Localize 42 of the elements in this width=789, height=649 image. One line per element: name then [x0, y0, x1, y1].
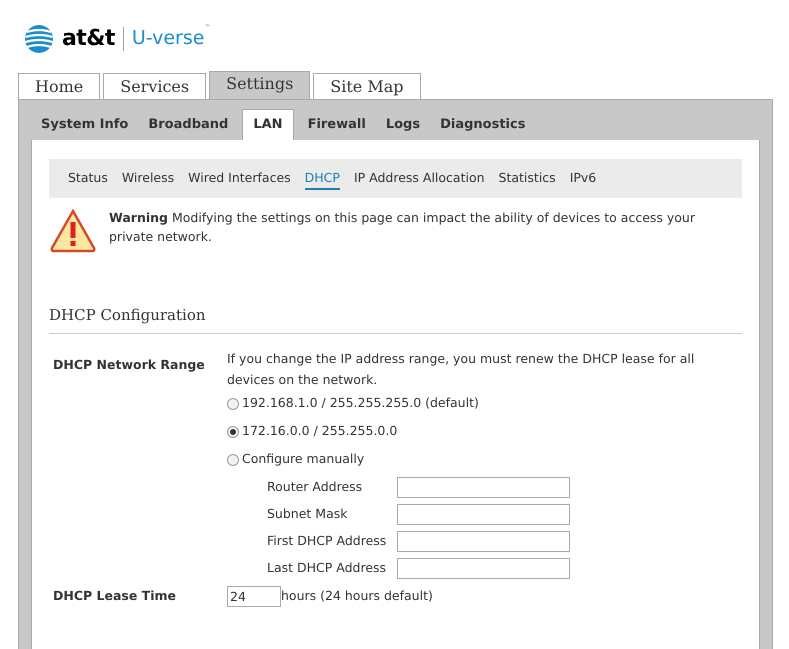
brand-name: at&t — [62, 25, 115, 53]
input-field[interactable] — [397, 504, 570, 524]
sub-tab[interactable]: LAN — [242, 109, 294, 140]
section-nav-link[interactable]: Statistics — [498, 166, 556, 190]
radio-label: Configure manually — [242, 450, 364, 468]
section-nav-link[interactable]: IPv6 — [570, 166, 596, 190]
radio-button[interactable] — [227, 426, 239, 438]
warning-message: Warning Modifying the settings on this page can impact the ability of devices to access your private network. — [109, 209, 696, 246]
radio-button[interactable] — [227, 398, 239, 410]
warning-icon — [49, 208, 97, 254]
radio-button[interactable] — [227, 454, 239, 466]
section-heading: DHCP Configuration — [49, 304, 742, 334]
field-label: DHCP Lease Time — [52, 586, 177, 605]
sub-tab[interactable]: Firewall — [298, 109, 376, 140]
globe-logo-icon — [24, 24, 54, 54]
input-field[interactable] — [397, 558, 570, 578]
field-label: Subnet Mask — [267, 504, 348, 523]
field-label: DHCP Network Range — [52, 356, 206, 374]
product-name: U-verse — [132, 26, 204, 52]
main-tab[interactable]: Site Map — [313, 73, 421, 99]
sub-tab[interactable]: Diagnostics — [430, 109, 536, 140]
main-tab[interactable]: Services — [103, 73, 206, 99]
lease-time-field[interactable]: 24 — [227, 586, 281, 606]
field-label: Router Address — [267, 478, 364, 496]
input-field[interactable] — [397, 476, 570, 498]
section-nav-link[interactable]: Status — [68, 166, 108, 190]
lease-time-hint: hours (24 hours default) — [281, 586, 433, 605]
section-nav-link[interactable]: IP Address Allocation — [354, 166, 485, 190]
sub-tab[interactable]: Logs — [376, 109, 430, 140]
field-label: First DHCP Address — [267, 532, 388, 550]
section-nav-link[interactable]: Wired Interfaces — [188, 166, 291, 190]
sub-tab[interactable]: System Info — [31, 109, 138, 140]
section-nav-link[interactable]: DHCP — [304, 166, 340, 190]
radio-label: 172.16.0.0 / 255.255.0.0 — [242, 422, 398, 440]
section-nav-link[interactable]: Wireless — [122, 166, 174, 190]
main-tab[interactable]: Home — [18, 73, 100, 99]
main-tab[interactable]: Settings — [209, 71, 310, 99]
field-label: Last DHCP Address — [267, 558, 388, 577]
range-note: If you change the IP address range, you must renew the DHCP lease for all devices on the network. — [227, 350, 696, 388]
radio-label: 192.168.1.0 / 255.255.255.0 (default) — [242, 394, 479, 412]
input-field[interactable] — [397, 530, 570, 552]
sub-tab[interactable]: Broadband — [138, 109, 238, 140]
